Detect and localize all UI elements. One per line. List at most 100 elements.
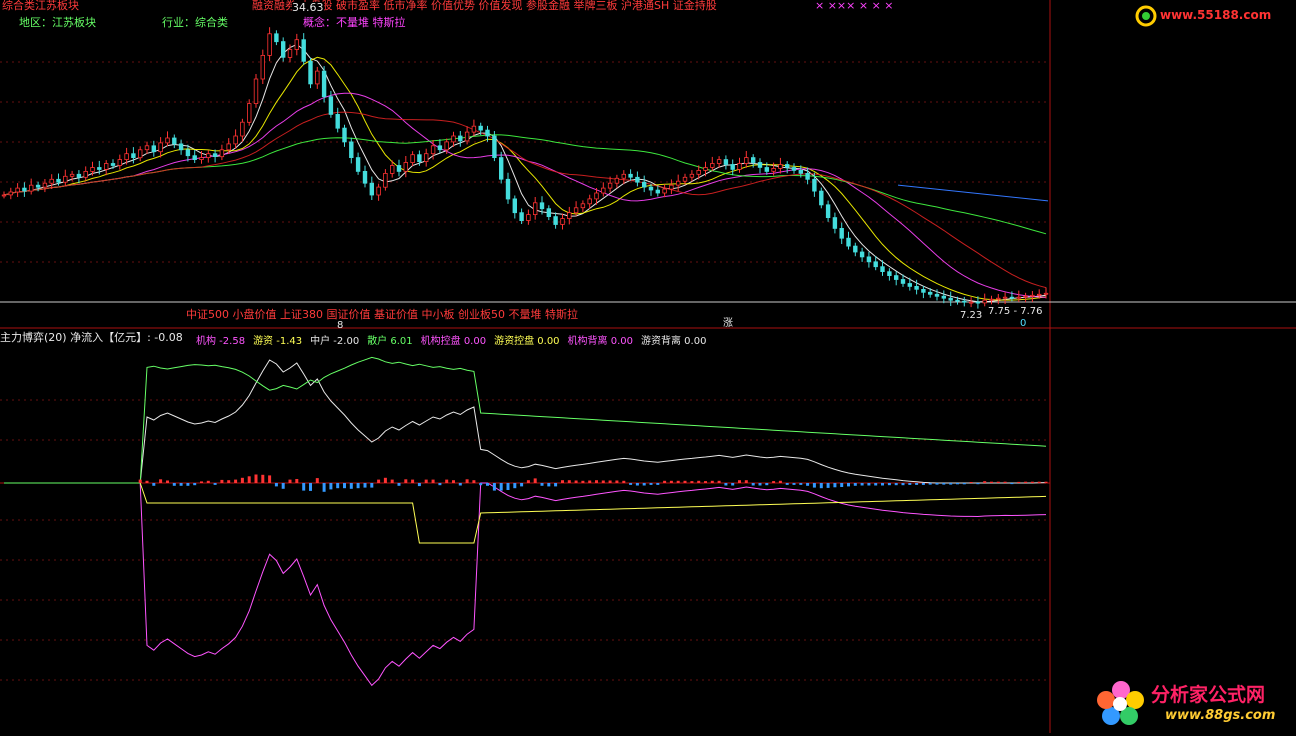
logo-88gs-url: www.88gs.com: [1165, 708, 1276, 723]
candle-body: [737, 163, 742, 170]
candle-body: [519, 212, 524, 221]
candle-body: [267, 33, 272, 56]
candle-body: [335, 114, 340, 129]
flow-bar: [561, 480, 564, 483]
flow-bar: [240, 477, 244, 483]
flow-bar: [1003, 481, 1007, 483]
flow-bar: [983, 481, 987, 483]
candle-body: [941, 295, 946, 299]
candle-body: [825, 204, 831, 219]
flow-bar: [894, 483, 898, 486]
flow-bar: [969, 482, 973, 483]
candle-body: [696, 169, 701, 175]
candle-body: [894, 275, 899, 280]
candle-body: [172, 137, 177, 145]
flow-bar: [710, 480, 714, 483]
candle-body: [315, 70, 320, 85]
candle-body: [226, 143, 231, 151]
flow-bar: [213, 483, 217, 485]
candle-body: [287, 49, 293, 58]
candle-body: [137, 149, 143, 159]
candle-body: [131, 153, 136, 158]
candle-body: [1, 194, 7, 197]
candle-body: [97, 167, 102, 170]
candle-body: [355, 157, 361, 172]
flow-bar: [806, 483, 810, 486]
indicator-line-retail: [4, 356, 1047, 484]
candle-body: [22, 187, 27, 192]
flow-bar: [731, 483, 735, 486]
high-price-label: 34.63: [292, 1, 324, 14]
candle-body: [812, 178, 817, 192]
flow-bar: [1017, 481, 1021, 483]
concept-label: 概念：不量堆 特斯拉: [303, 16, 406, 29]
flow-bar: [642, 483, 646, 486]
candle-body: [423, 153, 429, 162]
flow-bar: [1024, 481, 1028, 483]
flow-bar: [669, 480, 673, 483]
candle-body: [601, 187, 606, 194]
flow-bar: [506, 483, 510, 490]
flow-bar: [370, 483, 374, 488]
indicator-legend-item: 游资 -1.43: [253, 336, 303, 347]
candle-body: [124, 153, 129, 160]
flow-bar: [996, 481, 1000, 483]
flow-bar: [438, 483, 442, 486]
flow-bar: [411, 479, 415, 483]
flow-bar: [533, 478, 537, 483]
flow-bar: [349, 483, 353, 489]
flow-bar: [758, 483, 762, 486]
candle-body: [744, 157, 749, 164]
flow-bar: [377, 479, 381, 483]
indicator-legend-item: 中户 -2.00: [310, 336, 360, 347]
candle-body: [533, 202, 538, 216]
candle-body: [798, 169, 803, 174]
logo-55188: www.55188.com: [1134, 4, 1292, 28]
flow-bar: [908, 483, 912, 485]
flow-bar: [281, 483, 285, 489]
flow-bar: [915, 483, 919, 485]
flow-bar: [942, 483, 946, 485]
flow-bar: [683, 480, 687, 483]
candle-body: [785, 164, 790, 168]
flow-bar: [595, 480, 598, 483]
candle-body: [233, 135, 238, 145]
flow-bar: [751, 483, 755, 486]
candle-body: [328, 96, 334, 115]
candle-body: [178, 143, 184, 151]
candle-body: [839, 227, 844, 239]
candle-body: [887, 271, 892, 277]
candle-body: [444, 141, 449, 151]
right-marker: 0: [1020, 318, 1027, 329]
flow-bar: [261, 474, 265, 483]
candle-body: [199, 157, 204, 161]
flow-bar: [840, 483, 844, 487]
candle-body: [69, 173, 75, 177]
indicator-legend: 机构 -2.58 游资 -1.43 中户 -2.00 散户 6.01 机构控盘 0.00…: [196, 332, 714, 347]
candle-body: [621, 173, 626, 179]
candle-body: [76, 173, 82, 178]
candle-body: [219, 149, 225, 158]
flow-bar: [540, 483, 544, 486]
flow-bar: [288, 479, 292, 483]
indicator-legend-item: 游资控盘 0.00: [494, 336, 560, 347]
flag-crosses: × ××× × × ×: [815, 0, 894, 12]
flow-bar: [826, 483, 830, 488]
flow-bar: [629, 483, 633, 485]
flow-bar: [329, 483, 333, 490]
candle-body: [464, 131, 470, 142]
candle-body: [526, 214, 531, 221]
flow-bar: [274, 483, 278, 487]
flow-bar: [622, 480, 626, 483]
candle-body: [505, 178, 511, 200]
candle-body: [471, 125, 477, 133]
candle-body: [417, 154, 422, 162]
candle-body: [158, 142, 163, 153]
flow-bar: [581, 480, 585, 483]
flow-bar: [465, 479, 469, 483]
candle-body: [996, 297, 1001, 300]
candle-body: [90, 167, 95, 172]
candle-body: [451, 135, 456, 143]
candle-body: [301, 39, 306, 62]
candle-body: [546, 208, 551, 217]
